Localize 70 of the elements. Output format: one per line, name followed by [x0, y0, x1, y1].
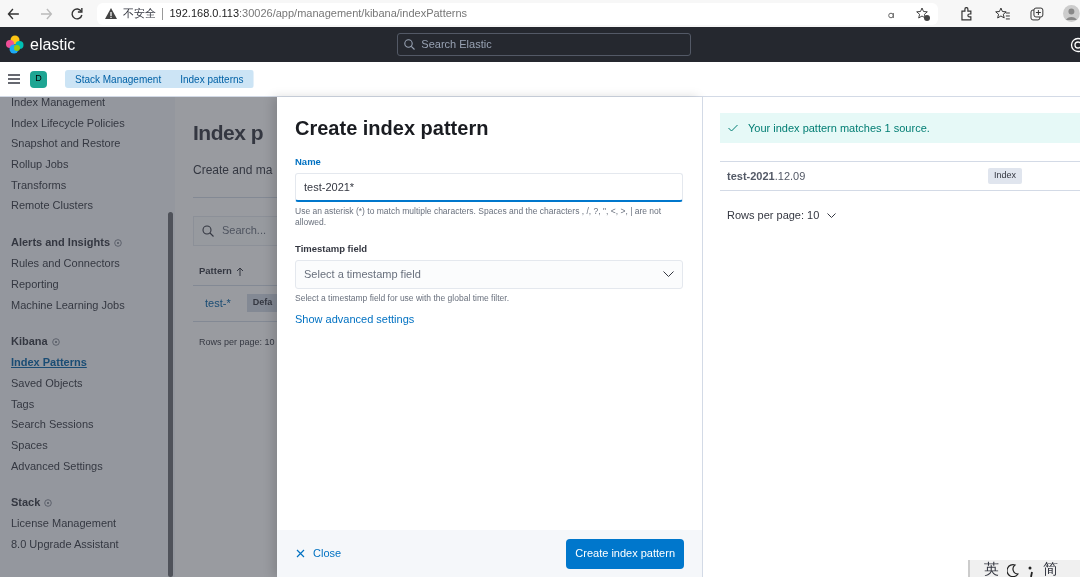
flyout-title: Create index pattern — [295, 116, 490, 141]
create-button[interactable]: Create index pattern — [566, 538, 684, 569]
info-icon — [44, 498, 53, 507]
back-icon[interactable] — [7, 6, 21, 21]
collections-icon[interactable] — [1030, 6, 1045, 21]
section-title: Stack — [11, 495, 41, 511]
help-text: Select a timestamp field for use with the global time filter. — [295, 292, 510, 304]
advanced-settings-link[interactable]: Show advanced settings — [295, 311, 415, 328]
scrollbar[interactable] — [168, 212, 173, 577]
section-title: Kibana — [11, 334, 48, 350]
profile-avatar[interactable] — [1063, 5, 1080, 22]
help-icon[interactable] — [1070, 36, 1080, 53]
reload-icon[interactable] — [69, 6, 84, 21]
chevron-down-icon — [663, 271, 674, 278]
search-field[interactable]: Search... — [193, 215, 277, 246]
index-tag: Index — [987, 168, 1022, 184]
elastic-logo-icon[interactable] — [5, 35, 24, 54]
search-field[interactable]: Search Elastic — [397, 33, 692, 56]
sidebar-item[interactable]: 8.0 Upgrade Assistant — [11, 534, 175, 555]
timestamp-select[interactable]: Select a timestamp field — [295, 259, 683, 289]
breadcrumb[interactable]: Index patterns — [166, 70, 254, 88]
sidebar-item[interactable]: Index Lifecycle Policies — [11, 112, 175, 134]
menu-icon[interactable] — [8, 74, 20, 84]
ime-toolbar[interactable]: 英 简 — [968, 560, 1080, 577]
sidebar-item[interactable]: Advanced Settings — [11, 455, 175, 477]
search-icon — [404, 39, 416, 50]
field-label: Name — [295, 155, 322, 169]
brand-name[interactable]: elastic — [30, 32, 76, 57]
search-icon — [202, 224, 214, 237]
url-text[interactable]: 192.168.0.113:30026/app/management/kibana/indexPatterns — [169, 5, 468, 22]
column-header[interactable]: Pattern — [199, 263, 232, 279]
sidebar-item[interactable]: Index Management — [11, 92, 175, 113]
sidebar-item[interactable]: Remote Clusters — [11, 195, 175, 217]
chevron-down-icon — [827, 212, 837, 218]
sidebar-item[interactable]: Rollup Jobs — [11, 154, 175, 175]
moon-icon — [1007, 563, 1019, 577]
close-icon — [296, 549, 305, 558]
sidebar-item[interactable]: Search Sessions — [11, 414, 175, 435]
name-input[interactable]: test-2021* — [295, 173, 683, 203]
sidebar-item[interactable]: License Management — [11, 513, 175, 534]
rows-per-page[interactable]: Rows per page: 10 — [193, 335, 277, 349]
rows-per-page[interactable]: Rows per page: 10 — [720, 207, 837, 224]
pattern-link[interactable]: test-* — [205, 294, 231, 312]
extensions-icon[interactable] — [958, 6, 973, 21]
sidebar-item[interactable]: Spaces — [11, 434, 175, 456]
warning-icon — [105, 8, 118, 19]
page-title: Index p — [193, 120, 264, 146]
success-callout: Your index pattern matches 1 source. — [720, 113, 1080, 143]
default-badge: Defa — [246, 294, 277, 312]
check-icon — [728, 124, 738, 132]
sort-arrow-icon — [235, 266, 244, 276]
sidebar-item[interactable]: Tags — [11, 393, 175, 415]
sidebar-item[interactable]: Index Patterns — [11, 352, 175, 373]
sidebar-item[interactable]: Reporting — [11, 273, 175, 295]
sidebar-item[interactable]: Saved Objects — [11, 372, 175, 394]
space-avatar[interactable]: D — [30, 70, 47, 88]
favorite-icon[interactable] — [915, 6, 930, 21]
field-label: Timestamp field — [295, 241, 369, 256]
info-icon — [114, 238, 123, 247]
sidebar-item[interactable]: Rules and Connectors — [11, 253, 175, 274]
close-button[interactable]: Close — [295, 544, 343, 563]
sidebar-item[interactable]: Snapshot and Restore — [11, 133, 175, 155]
help-text: Use an asterisk (*) to match multiple characters. Spaces and the characters , /, ?, ", <, >, | are not allowed. — [295, 206, 663, 228]
favorites-icon[interactable] — [994, 6, 1011, 21]
index-name: test-2021.12.09 — [727, 168, 806, 184]
sidebar-item[interactable]: Transforms — [11, 174, 175, 196]
security-label: 不安全 — [123, 6, 157, 22]
section-title: Alerts and Insights — [11, 235, 111, 251]
info-icon — [51, 337, 60, 346]
sidebar-item[interactable]: Machine Learning Jobs — [11, 294, 175, 316]
